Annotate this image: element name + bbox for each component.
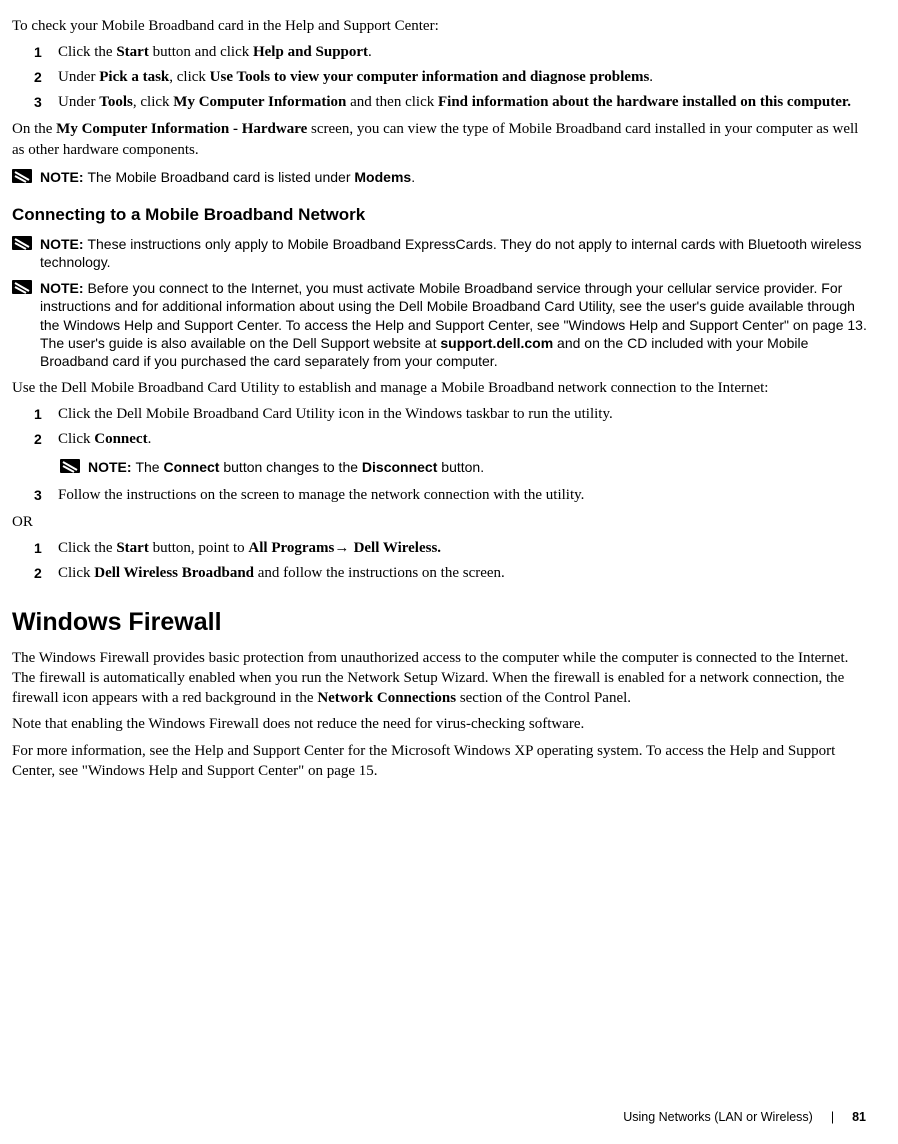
step-body: Click the Start button, point to All Pro… [58,538,870,558]
step-number: 3 [34,485,58,506]
step-number: 3 [34,92,58,113]
note-expresscards: NOTE: These instructions only apply to M… [12,235,870,271]
step-body: Click the Dell Mobile Broadband Card Uti… [58,404,870,424]
step-body: Click Connect. [58,429,870,449]
list-item: 1 Click the Start button and click Help … [12,42,870,63]
list-item: 2 Click Dell Wireless Broadband and foll… [12,563,870,584]
step-body: Click Dell Wireless Broadband and follow… [58,563,870,583]
note-connect-disconnect: NOTE: The Connect button changes to the … [12,458,870,476]
footer-page-number: 81 [852,1109,866,1126]
step-number: 2 [34,563,58,584]
step-number: 1 [34,538,58,559]
subheading-connecting: Connecting to a Mobile Broadband Network [12,204,870,227]
step-number: 1 [34,404,58,425]
note-icon [12,169,32,183]
step-body: Follow the instructions on the screen to… [58,485,870,505]
or-divider: OR [12,512,870,532]
footer-section-title: Using Networks (LAN or Wireless) [623,1109,813,1126]
after-steps-text: On the My Computer Information - Hardwar… [12,119,870,160]
note-body: NOTE: These instructions only apply to M… [40,235,870,271]
list-item: 1 Click the Dell Mobile Broadband Card U… [12,404,870,425]
use-utility-text: Use the Dell Mobile Broadband Card Utili… [12,378,870,398]
note-modems: NOTE: The Mobile Broadband card is liste… [12,168,870,186]
note-body: NOTE: The Connect button changes to the … [88,458,870,476]
intro-text: To check your Mobile Broadband card in t… [12,16,870,36]
note-activate-service: NOTE: Before you connect to the Internet… [12,279,870,370]
step-body: Click the Start button and click Help an… [58,42,870,62]
list-item: 3 Under Tools, click My Computer Informa… [12,92,870,113]
note-icon [12,236,32,250]
heading-windows-firewall: Windows Firewall [12,606,870,640]
step-number: 1 [34,42,58,63]
list-item: 2 Under Pick a task, click Use Tools to … [12,67,870,88]
firewall-para-1: The Windows Firewall provides basic prot… [12,648,870,709]
steps-use-utility-cont: 3 Follow the instructions on the screen … [12,485,870,506]
steps-use-utility: 1 Click the Dell Mobile Broadband Card U… [12,404,870,450]
step-number: 2 [34,429,58,450]
step-body: Under Tools, click My Computer Informati… [58,92,870,112]
note-body: NOTE: The Mobile Broadband card is liste… [40,168,870,186]
page-footer: Using Networks (LAN or Wireless) | 81 [623,1109,866,1126]
note-icon [12,280,32,294]
step-body: Under Pick a task, click Use Tools to vi… [58,67,870,87]
list-item: 2 Click Connect. [12,429,870,450]
list-item: 3 Follow the instructions on the screen … [12,485,870,506]
list-item: 1 Click the Start button, point to All P… [12,538,870,559]
firewall-para-2: Note that enabling the Windows Firewall … [12,714,870,734]
step-number: 2 [34,67,58,88]
steps-alternate: 1 Click the Start button, point to All P… [12,538,870,584]
page: To check your Mobile Broadband card in t… [0,0,898,1144]
note-body: NOTE: Before you connect to the Internet… [40,279,870,370]
note-icon [60,459,80,473]
firewall-para-3: For more information, see the Help and S… [12,741,870,782]
steps-check-card: 1 Click the Start button and click Help … [12,42,870,113]
footer-divider: | [831,1109,834,1126]
